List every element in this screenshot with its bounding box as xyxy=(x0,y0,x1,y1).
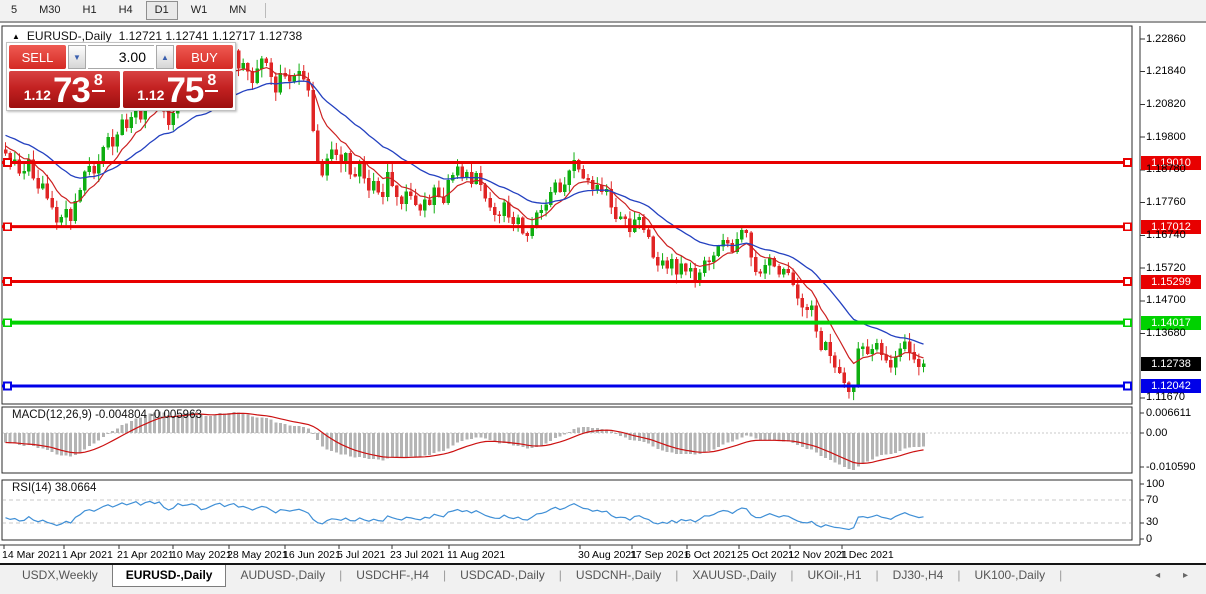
date-label: 11 Aug 2021 xyxy=(447,549,506,561)
date-label: 1 Dec 2021 xyxy=(840,549,894,561)
y-axis-label: 1.16740 xyxy=(1146,229,1186,241)
sell-price-pip: 8 xyxy=(91,72,105,92)
sell-price-big: 73 xyxy=(52,71,91,110)
tab-audusd-daily[interactable]: AUDUSD-,Daily xyxy=(226,565,339,586)
tab-scroll-arrows: ◂ ▸ xyxy=(1155,570,1198,581)
macd-axis-label: 0.00 xyxy=(1146,427,1168,439)
buy-button[interactable]: BUY xyxy=(176,45,233,69)
sell-price-base: 1.12 xyxy=(23,87,51,103)
macd-label: MACD(12,26,9) -0.004804 -0.005963 xyxy=(12,409,202,421)
level-line-handle[interactable] xyxy=(3,277,12,286)
buy-price-tile[interactable]: 1.12 75 8 xyxy=(122,71,233,110)
chart-ohlc-values: 1.12721 1.12741 1.12717 1.12738 xyxy=(118,29,303,43)
y-axis-label: 1.21840 xyxy=(1146,65,1186,77)
y-axis-label: 1.20820 xyxy=(1146,98,1186,110)
bid-price-tag: 1.12738 xyxy=(1141,357,1201,371)
y-axis-label: 1.14700 xyxy=(1146,294,1186,306)
tab-ukoil-h1[interactable]: UKOil-,H1 xyxy=(794,565,876,586)
tab-usdcnh-daily[interactable]: USDCNH-,Daily xyxy=(562,565,675,586)
date-label: 17 Sep 2021 xyxy=(630,549,690,561)
volume-increase-button[interactable]: ▲ xyxy=(156,45,174,69)
rsi-axis-label: 0 xyxy=(1146,533,1153,545)
date-label: 14 Mar 2021 xyxy=(2,549,61,561)
macd-axis-label: 0.006611 xyxy=(1146,407,1192,419)
date-label: 16 Jun 2021 xyxy=(283,549,341,561)
level-line-handle[interactable] xyxy=(1123,381,1132,391)
tab-scroll-right-icon[interactable]: ▸ xyxy=(1183,570,1198,581)
level-line-handle[interactable] xyxy=(3,158,12,167)
level-line-handle[interactable] xyxy=(3,318,12,327)
level-line-handle[interactable] xyxy=(1123,158,1132,167)
symbol-tab-bar: USDX,Weekly EURUSD-,Daily AUDUSD-,Daily | US… xyxy=(0,563,1206,594)
date-label: 6 Oct 2021 xyxy=(685,549,737,561)
date-label: 23 Jul 2021 xyxy=(390,549,445,561)
date-label: 5 Jul 2021 xyxy=(337,549,386,561)
level-line-handle[interactable] xyxy=(3,222,12,231)
tab-xauusd-daily[interactable]: XAUUSD-,Daily xyxy=(678,565,790,586)
date-label: 28 May 2021 xyxy=(227,549,288,561)
sell-button[interactable]: SELL xyxy=(9,45,66,69)
price-level-tag-1.15299: 1.15299 xyxy=(1141,275,1201,289)
date-label: 25 Oct 2021 xyxy=(737,549,795,561)
rsi-axis-label: 30 xyxy=(1146,516,1159,528)
chart-title: EURUSD-,Daily xyxy=(26,29,112,43)
volume-decrease-button[interactable]: ▼ xyxy=(68,45,86,69)
date-label: 30 Aug 2021 xyxy=(578,549,637,561)
buy-price-big: 75 xyxy=(166,71,204,110)
y-axis-label: 1.13680 xyxy=(1146,327,1186,339)
sell-price-tile[interactable]: 1.12 73 8 xyxy=(9,71,120,108)
date-label: 1 Apr 2021 xyxy=(62,549,113,561)
tab-eurusd-daily[interactable]: EURUSD-,Daily xyxy=(111,565,227,587)
level-line-handle[interactable] xyxy=(1123,318,1132,327)
tab-usdchf-h4[interactable]: USDCHF-,H4 xyxy=(342,565,443,586)
level-line-handle[interactable] xyxy=(3,381,12,391)
y-axis-label: 1.19800 xyxy=(1146,131,1186,143)
buy-price-pip: 8 xyxy=(205,72,219,92)
one-click-trading-panel: SELL ▼ ▲ BUY 1.12 73 8 1.12 75 8 xyxy=(6,42,236,111)
y-axis-label: 1.11670 xyxy=(1146,391,1185,403)
y-axis-label: 1.22860 xyxy=(1146,33,1186,45)
collapse-chart-icon[interactable]: ▲ xyxy=(12,32,20,41)
tab-dj30-h4[interactable]: DJ30-,H4 xyxy=(879,565,958,586)
tab-scroll-left-icon[interactable]: ◂ xyxy=(1155,570,1170,581)
rsi-axis-label: 70 xyxy=(1146,494,1159,506)
chart-header: ▲ EURUSD-,Daily 1.12721 1.12741 1.12717 … xyxy=(12,29,302,43)
macd-axis-label: -0.010590 xyxy=(1146,461,1196,473)
rsi-axis-label: 100 xyxy=(1146,478,1165,490)
tab-usdcad-daily[interactable]: USDCAD-,Daily xyxy=(446,565,559,586)
tab-divider: | xyxy=(1059,568,1063,582)
buy-price-base: 1.12 xyxy=(137,87,165,103)
date-label: 21 Apr 2021 xyxy=(117,549,174,561)
mt4-window: 5 M30 H1 H4 D1 W1 MN ▲ EURUSD-,Daily 1.12721 1… xyxy=(0,0,1206,594)
y-axis-label: 1.15720 xyxy=(1146,262,1186,274)
volume-input[interactable] xyxy=(88,45,154,69)
tab-uk100-daily[interactable]: UK100-,Daily xyxy=(960,565,1059,586)
date-label: 12 Nov 2021 xyxy=(788,549,848,561)
rsi-label: RSI(14) 38.0664 xyxy=(12,482,97,494)
date-label: 10 May 2021 xyxy=(171,549,232,561)
level-line-handle[interactable] xyxy=(1123,222,1132,231)
y-axis-label: 1.18780 xyxy=(1146,163,1186,175)
y-axis-label: 1.17760 xyxy=(1146,196,1186,208)
tab-usdx-weekly[interactable]: USDX,Weekly xyxy=(8,565,112,586)
level-line-handle[interactable] xyxy=(1123,277,1132,286)
